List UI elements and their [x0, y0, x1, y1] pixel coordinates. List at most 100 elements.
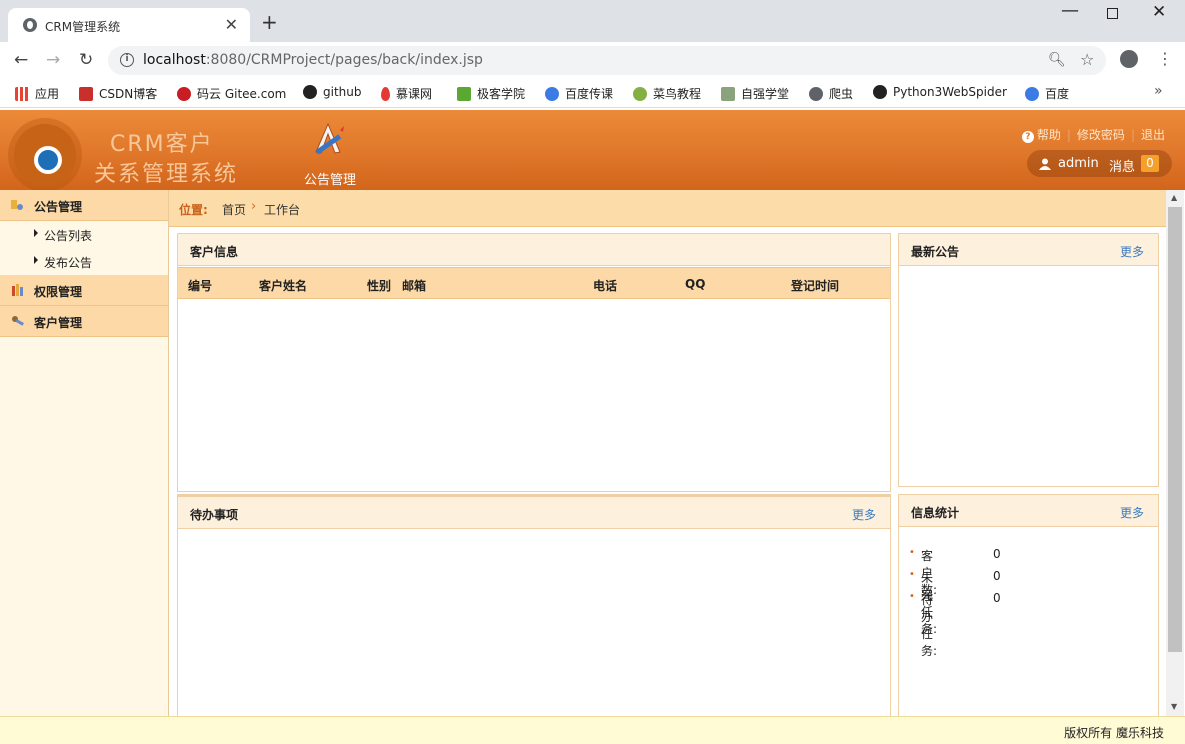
scroll-down-icon[interactable]: ▼ [1171, 702, 1177, 711]
bookmark-item[interactable]: 极客学院 [457, 85, 525, 102]
bookmark-item[interactable]: 自强学堂 [721, 85, 789, 102]
bookmark-item[interactable]: 码云 Gitee.com [177, 85, 286, 102]
browser-menu-icon[interactable]: ⋮ [1157, 49, 1173, 68]
bookmark-item[interactable]: 爬虫 [809, 85, 853, 102]
bookmark-item[interactable]: Python3WebSpider [873, 85, 1007, 99]
more-link[interactable]: 更多 [1120, 504, 1144, 521]
bookmark-item[interactable]: 百度 [1025, 85, 1069, 102]
github-icon [303, 85, 317, 99]
customer-table-header: 编号 客户姓名 性别 邮箱 电话 QQ 登记时间 [178, 267, 890, 299]
message-count-badge[interactable]: 0 [1141, 155, 1159, 172]
panel-title: 待办事项 [190, 508, 239, 522]
footer: 版权所有 魔乐科技 [0, 716, 1185, 744]
panel-header: 最新公告 更多 [899, 234, 1158, 266]
browser-toolbar: ← → ↻ i localhost:8080/CRMProject/pages/… [0, 42, 1185, 78]
stat-value: 0 [993, 547, 1001, 561]
sidebar-group-notice[interactable]: 公告管理 [0, 190, 168, 221]
ziqiang-icon [721, 87, 735, 101]
back-button[interactable]: ← [14, 50, 28, 70]
bookmark-item[interactable]: 百度传课 [545, 85, 613, 102]
change-password-link[interactable]: 修改密码 [1077, 128, 1125, 142]
close-window-button[interactable]: ✕ [1152, 2, 1166, 22]
scrollbar-thumb[interactable] [1168, 207, 1182, 652]
globe-icon [809, 87, 823, 101]
chevron-right-icon: › [251, 199, 257, 214]
paw-icon [1025, 87, 1039, 101]
panel-header: 待办事项 更多 [178, 497, 890, 529]
column-header[interactable]: 电话 [593, 277, 617, 294]
app-header: CRM客户 关系管理系统 公告管理 ? 帮助 | 修改密码 | 退出 admin 消息 0 [0, 110, 1185, 190]
column-header[interactable]: 编号 [188, 277, 212, 294]
username: admin [1058, 156, 1099, 171]
help-link[interactable]: ? 帮助 [1021, 128, 1061, 143]
bookmark-item[interactable]: 应用 [15, 85, 59, 102]
logo-title-line1: CRM客户 [110, 132, 214, 157]
gitee-icon [177, 87, 191, 101]
minimize-button[interactable]: — [1061, 0, 1079, 21]
browser-tab[interactable]: CRM管理系统 ✕ [8, 8, 250, 42]
column-header[interactable]: 客户姓名 [259, 277, 307, 294]
tab-title: CRM管理系统 [45, 20, 121, 34]
panel-title: 信息统计 [911, 506, 960, 520]
bookmark-item[interactable]: github [303, 85, 361, 99]
vertical-scrollbar[interactable]: ▲ ▼ [1166, 190, 1184, 716]
breadcrumb-home[interactable]: 首页 [222, 201, 246, 218]
scroll-up-icon[interactable]: ▲ [1171, 193, 1177, 202]
bookmark-item[interactable]: 慕课网 [381, 85, 432, 102]
globe-icon [23, 18, 37, 32]
help-icon: ? [1021, 131, 1034, 143]
browser-titlebar: CRM管理系统 ✕ + — ✕ [0, 0, 1185, 42]
account-icon[interactable] [1120, 50, 1138, 68]
apps-grid-icon [15, 87, 29, 101]
sidebar-group-customer[interactable]: 客户管理 [0, 306, 168, 337]
panel-header: 客户信息 [178, 234, 890, 266]
pencil-ruler-icon [315, 122, 344, 155]
customer-info-panel: 客户信息 编号 客户姓名 性别 邮箱 电话 QQ 登记时间 [177, 233, 891, 492]
column-header[interactable]: QQ [685, 277, 705, 291]
paw-icon [545, 87, 559, 101]
more-link[interactable]: 更多 [852, 506, 876, 523]
sidebar-item-publish-notice[interactable]: 发布公告 [0, 248, 168, 275]
panel-title: 最新公告 [911, 245, 960, 259]
caret-right-icon [34, 229, 38, 237]
sidebar-item-notice-list[interactable]: 公告列表 [0, 221, 168, 248]
forward-button[interactable]: → [46, 50, 60, 70]
bookmarks-bar: 应用 CSDN博客 码云 Gitee.com github 慕课网 极客学院 百… [0, 78, 1185, 108]
logout-link[interactable]: 退出 [1141, 128, 1165, 142]
logo-title-line2: 关系管理系统 [94, 162, 239, 187]
bookmark-item[interactable]: 菜鸟教程 [633, 85, 701, 102]
user-icon [1039, 158, 1051, 170]
gear-logo-icon [14, 124, 76, 186]
stat-value: 0 [993, 569, 1001, 583]
close-tab-icon[interactable]: ✕ [225, 15, 238, 34]
stats-panel: 信息统计 更多 • 客户数: 0 • 未完任务: 0 • 待办任务: 0 [898, 494, 1159, 718]
header-links: ? 帮助 | 修改密码 | 退出 [1021, 126, 1165, 143]
sidebar-group-permission[interactable]: 权限管理 [0, 275, 168, 306]
maximize-button[interactable] [1107, 8, 1118, 19]
column-header[interactable]: 邮箱 [402, 277, 426, 294]
user-box[interactable]: admin 消息 0 [1027, 150, 1172, 177]
more-bookmarks-icon[interactable]: » [1154, 83, 1163, 99]
site-info-icon[interactable]: i [120, 53, 134, 67]
nav-label: 公告管理 [303, 173, 356, 188]
messages-label[interactable]: 消息 [1109, 156, 1135, 175]
panel-header: 信息统计 更多 [899, 495, 1158, 527]
stat-value: 0 [993, 591, 1001, 605]
stat-label: 待办任务: [921, 593, 938, 658]
url-text: localhost:8080/CRMProject/pages/back/ind… [143, 52, 483, 68]
address-bar[interactable]: i localhost:8080/CRMProject/pages/back/i… [108, 46, 1106, 75]
column-header[interactable]: 性别 [367, 277, 391, 294]
sidebar: 公告管理 公告列表 发布公告 权限管理 客户管理 [0, 190, 169, 716]
csdn-icon [79, 87, 93, 101]
more-link[interactable]: 更多 [1120, 243, 1144, 260]
new-tab-button[interactable]: + [261, 10, 278, 34]
bookmark-star-icon[interactable]: ☆ [1080, 50, 1094, 69]
github-icon [873, 85, 887, 99]
bookmark-item[interactable]: CSDN博客 [79, 85, 157, 102]
caret-right-icon [34, 256, 38, 264]
nav-notice-management[interactable]: 公告管理 [300, 118, 360, 188]
zoom-icon[interactable]: 🔍︎ [1048, 52, 1066, 68]
reload-button[interactable]: ↻ [79, 50, 93, 70]
latest-notices-panel: 最新公告 更多 [898, 233, 1159, 487]
column-header[interactable]: 登记时间 [791, 277, 839, 294]
